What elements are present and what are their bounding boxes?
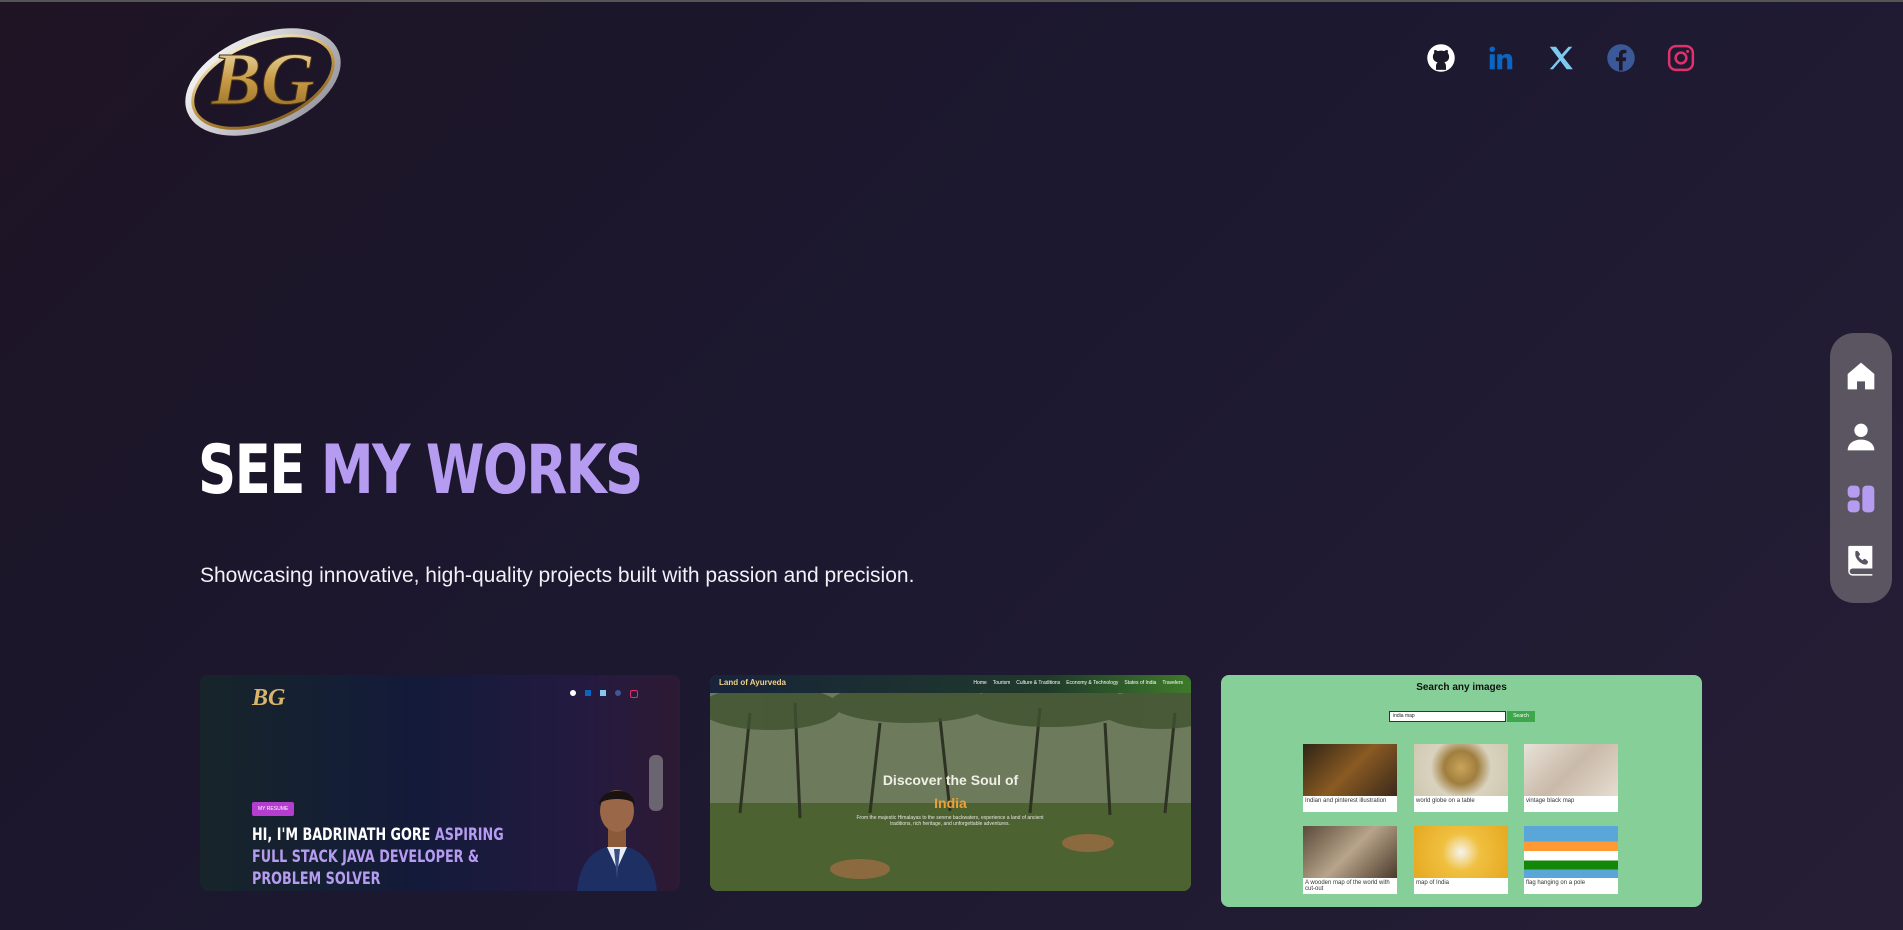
result-caption: vintage black map — [1526, 798, 1575, 804]
intro-line1-accent: ASPIRING — [434, 825, 504, 845]
ayurveda-nav-tourism: Tourism — [992, 680, 1011, 686]
ayurveda-headline: Discover the Soul of — [882, 772, 1019, 788]
user-icon[interactable] — [1843, 419, 1879, 455]
ayurveda-nav-travelers: Travelers — [1162, 680, 1183, 686]
ayurveda-blurb: From the majestic Himalayas to the seren… — [856, 815, 1044, 827]
page-title: SEE MY WORKS — [198, 437, 643, 505]
title-plain: SEE — [198, 431, 321, 510]
result-image — [1414, 744, 1508, 796]
svg-text:BG: BG — [211, 39, 315, 121]
side-nav — [1830, 333, 1892, 603]
project-card-ayurveda[interactable]: Land of Ayurveda Home Tourism Culture & … — [710, 675, 1191, 891]
profile-photo — [577, 790, 657, 891]
mini-social-icons — [570, 690, 638, 698]
result-image — [1524, 744, 1618, 796]
ayurveda-nav: Home Tourism Culture & Traditions Econom… — [973, 680, 1183, 686]
page-subtitle: Showcasing innovative, high-quality proj… — [200, 564, 915, 587]
image-search-button: Search — [1507, 711, 1535, 722]
result-card: A wooden map of the world with cut-out — [1303, 826, 1397, 894]
result-card: world globe on a table — [1414, 744, 1508, 812]
mini-facebook-icon — [615, 690, 621, 696]
forest-background — [710, 693, 1191, 891]
intro-headline: HI, I'M BADRINATH GORE ASPIRING FULL STA… — [252, 824, 504, 890]
result-card: flag hanging on a pole — [1524, 826, 1618, 894]
project-card-portfolio[interactable]: BG MY RESUME HI, I'M BADRINATH GORE ASPI… — [200, 675, 680, 891]
mini-instagram-icon — [630, 690, 638, 698]
image-search-title: Search any images — [1416, 682, 1507, 693]
bg-logo[interactable]: BG — [183, 18, 343, 142]
intro-line2: FULL STACK JAVA DEVELOPER & — [252, 847, 480, 867]
ayurveda-nav-states: States of India — [1124, 680, 1157, 686]
dashboard-icon[interactable] — [1843, 481, 1879, 517]
result-image — [1524, 826, 1618, 878]
image-search-input: india map — [1389, 711, 1506, 722]
contact-book-icon[interactable] — [1843, 542, 1879, 578]
result-caption: map of India — [1416, 880, 1450, 886]
mini-linkedin-icon — [585, 690, 591, 696]
result-image — [1303, 826, 1397, 878]
project-card-image-search[interactable]: Search any images india map Search India… — [1221, 675, 1702, 907]
mini-x-icon — [600, 690, 606, 696]
result-card: vintage black map — [1524, 744, 1618, 812]
facebook-icon[interactable] — [1605, 42, 1637, 74]
intro-line3: PROBLEM SOLVER — [252, 869, 381, 889]
x-icon[interactable] — [1545, 42, 1577, 74]
resume-badge: MY RESUME — [252, 802, 295, 816]
result-card: map of India — [1414, 826, 1508, 894]
result-caption: Indian and pinterest illustration — [1305, 798, 1387, 804]
intro-line1: HI, I'M BADRINATH GORE — [252, 825, 435, 845]
result-image — [1414, 826, 1508, 878]
instagram-icon[interactable] — [1665, 42, 1697, 74]
result-caption: flag hanging on a pole — [1526, 880, 1586, 886]
github-icon[interactable] — [1425, 42, 1457, 74]
title-accent: MY WORKS — [320, 431, 643, 510]
mini-github-icon — [570, 690, 576, 696]
ayurveda-nav-home: Home — [973, 680, 987, 686]
result-card: Indian and pinterest illustration — [1303, 744, 1397, 812]
social-links — [1425, 42, 1697, 74]
ayurveda-nav-economy: Economy & Technology — [1066, 680, 1119, 686]
linkedin-icon[interactable] — [1485, 42, 1517, 74]
result-image — [1303, 744, 1397, 796]
result-caption: A wooden map of the world with cut-out — [1305, 880, 1390, 892]
home-icon[interactable] — [1843, 358, 1879, 394]
ayurveda-headline-accent: India — [934, 795, 967, 811]
ayurveda-brand: Land of Ayurveda — [719, 678, 786, 687]
result-caption: world globe on a table — [1416, 798, 1475, 804]
ayurveda-nav-culture: Culture & Traditions — [1016, 680, 1061, 686]
mini-logo: BG — [252, 685, 286, 711]
